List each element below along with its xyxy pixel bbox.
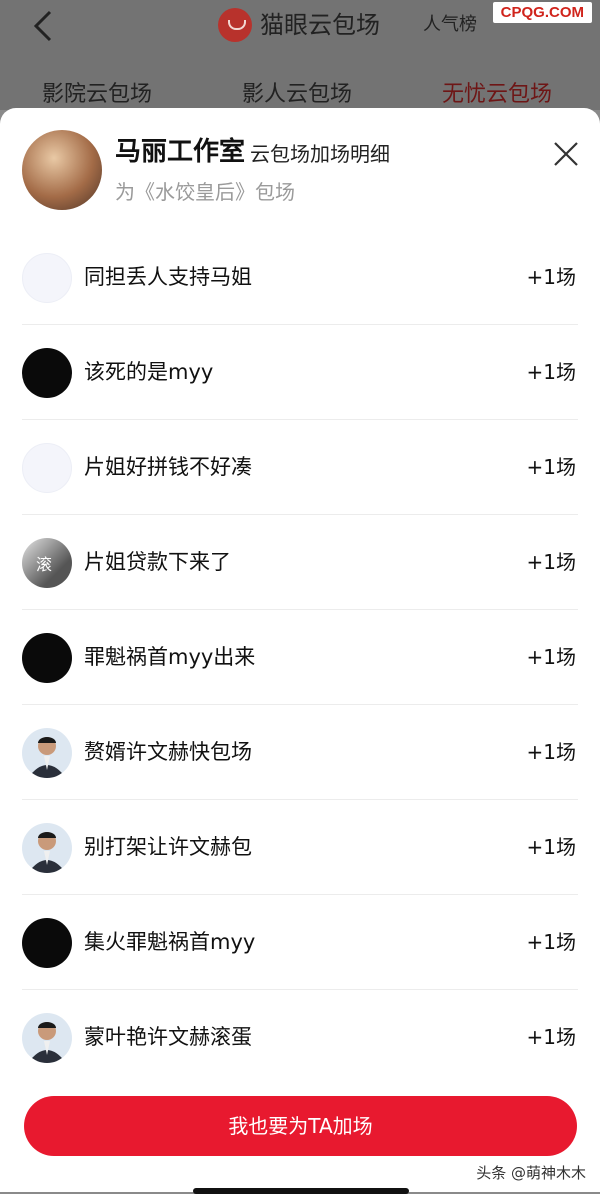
close-button[interactable] [550, 138, 582, 170]
supporter-list: 同担丢人支持马姐 +1场 该死的是myy +1场 片姐好拼钱不好凑 +1场 滚 … [0, 230, 600, 1084]
chevron-left-icon [33, 10, 52, 42]
avatar [22, 1013, 72, 1063]
list-item[interactable]: 片姐好拼钱不好凑 +1场 [22, 420, 578, 515]
maoyan-logo-icon [218, 8, 252, 42]
supporter-name: 集火罪魁祸首myy [84, 930, 256, 954]
list-item[interactable]: 罪魁祸首myy出来 +1场 [22, 610, 578, 705]
avatar [22, 823, 72, 873]
avatar [22, 633, 72, 683]
avatar [22, 348, 72, 398]
supporter-name: 同担丢人支持马姐 [84, 265, 252, 289]
list-item[interactable]: 同担丢人支持马姐 +1场 [22, 230, 578, 325]
list-item[interactable]: 滚 片姐贷款下来了 +1场 [22, 515, 578, 610]
avatar [22, 253, 72, 303]
tab-cinema[interactable]: 影院云包场 [42, 78, 152, 112]
screening-count: +1场 [526, 550, 576, 574]
screening-count: +1场 [526, 835, 576, 859]
screening-count: +1场 [526, 455, 576, 479]
tab-artist[interactable]: 影人云包场 [242, 78, 352, 112]
list-item[interactable]: 集火罪魁祸首myy +1场 [22, 895, 578, 990]
avatar [22, 443, 72, 493]
person-avatar-icon [28, 832, 66, 873]
person-avatar-icon [28, 737, 66, 778]
supporter-name: 片姐贷款下来了 [84, 550, 231, 574]
list-item[interactable]: 赘婿许文赫快包场 +1场 [22, 705, 578, 800]
screening-count: +1场 [526, 1025, 576, 1049]
app-title: 猫眼云包场 [260, 11, 380, 39]
watermark: CPQG.COM [492, 2, 592, 23]
supporter-name: 蒙叶艳许文赫滚蛋 [84, 1025, 252, 1049]
screening-count: +1场 [526, 930, 576, 954]
back-button[interactable] [28, 8, 58, 44]
supporter-name: 赘婿许文赫快包场 [84, 740, 252, 764]
list-item[interactable]: 该死的是myy +1场 [22, 325, 578, 420]
screening-count: +1场 [526, 265, 576, 289]
sheet-subtitle: 云包场加场明细 [250, 142, 390, 166]
screening-count: +1场 [526, 360, 576, 384]
close-icon [554, 142, 578, 166]
popularity-rank-link[interactable]: 人气榜 [423, 10, 477, 40]
avatar-glyph: 滚 [36, 555, 53, 574]
supporter-name: 罪魁祸首myy出来 [84, 645, 256, 669]
supporter-name: 该死的是myy [84, 360, 214, 384]
supporter-name: 别打架让许文赫包 [84, 835, 252, 859]
supporter-name: 片姐好拼钱不好凑 [84, 455, 252, 479]
person-avatar-icon [28, 1022, 66, 1063]
screening-count: +1场 [526, 740, 576, 764]
avatar [22, 918, 72, 968]
list-item[interactable]: 蒙叶艳许文赫滚蛋 +1场 [22, 990, 578, 1084]
studio-name: 马丽工作室 [115, 137, 246, 167]
studio-avatar [22, 130, 102, 210]
add-screening-sheet: 马丽工作室 云包场加场明细 为《水饺皇后》包场 同担丢人支持马姐 +1场 该死的… [0, 108, 600, 1194]
tab-worry-free[interactable]: 无忧云包场 [442, 78, 552, 112]
avatar: 滚 [22, 538, 72, 588]
movie-caption: 为《水饺皇后》包场 [115, 180, 295, 204]
app-header: 猫眼云包场 人气榜 CPQG.COM 影院云包场 影人云包场 无忧云包场 [0, 0, 600, 110]
home-indicator[interactable] [193, 1188, 409, 1194]
list-item[interactable]: 别打架让许文赫包 +1场 [22, 800, 578, 895]
screening-count: +1场 [526, 645, 576, 669]
source-credit: 头条 @萌神木木 [476, 1164, 586, 1182]
add-screening-button[interactable]: 我也要为TA加场 [24, 1096, 577, 1156]
avatar [22, 728, 72, 778]
